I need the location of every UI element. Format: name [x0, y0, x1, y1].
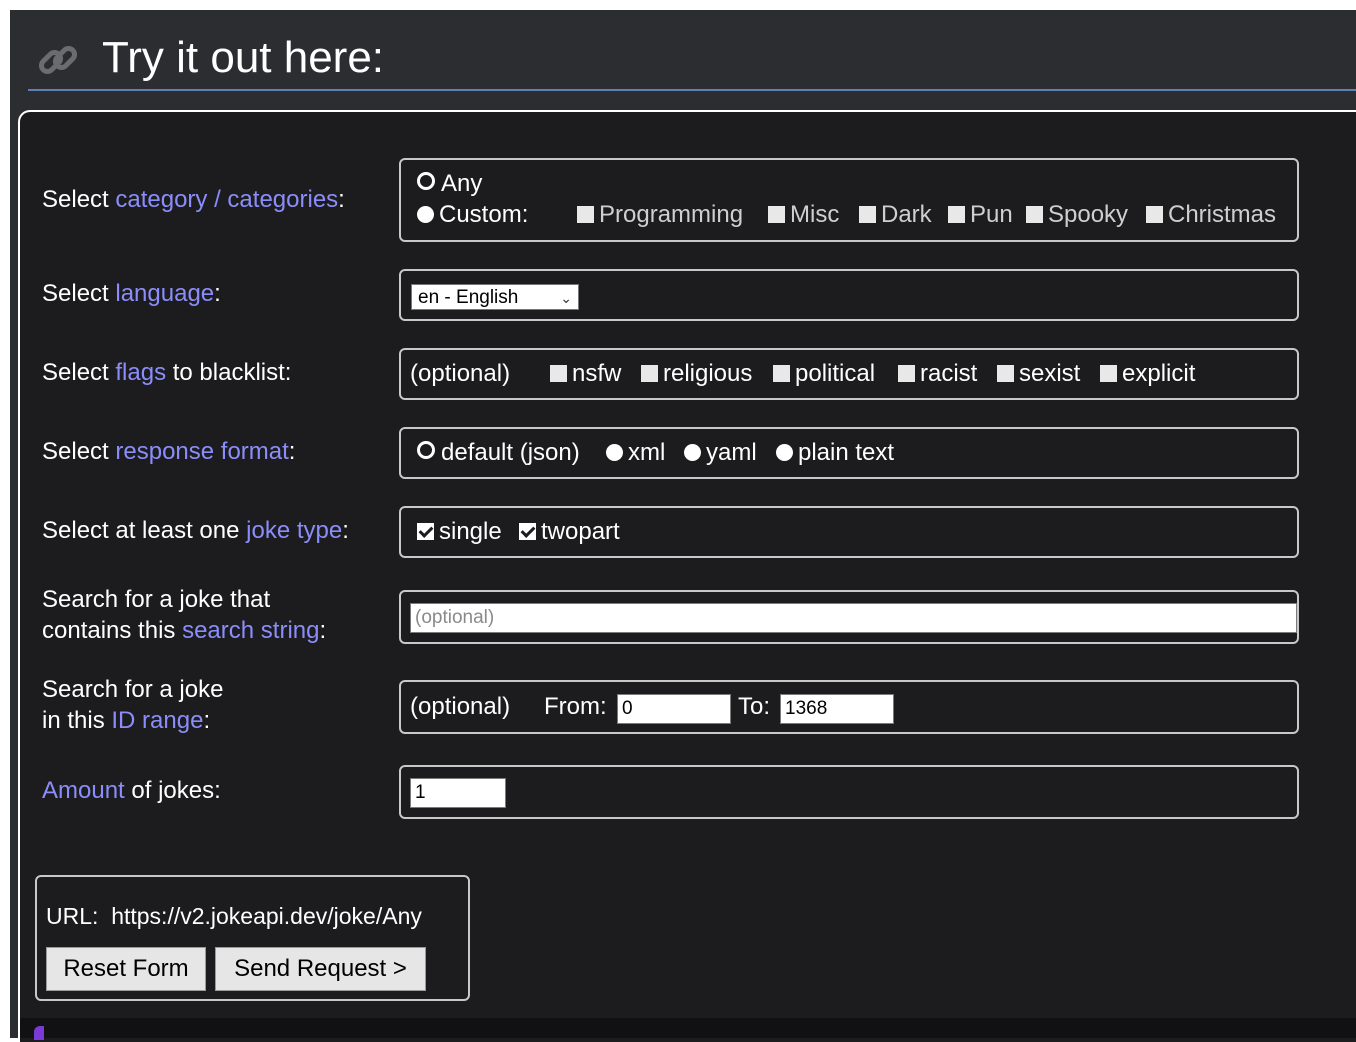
- format-radio-plain[interactable]: plain text: [776, 439, 894, 467]
- url-display: URL: https://v2.jokeapi.dev/joke/Any: [46, 903, 422, 929]
- checkbox-icon: [898, 365, 915, 382]
- idrange-from-input[interactable]: 0: [617, 694, 731, 724]
- format-radio-json[interactable]: default (json): [417, 439, 580, 467]
- joketype-checkbox-twopart[interactable]: twopart: [519, 518, 620, 546]
- section-header: Try it out here:: [28, 10, 1356, 91]
- idrange-label: Search for a joke in this ID range:: [42, 676, 224, 734]
- radio-selected-icon: [417, 172, 435, 190]
- flag-checkbox-nsfw[interactable]: nsfw: [550, 360, 621, 388]
- amount-label: Amount of jokes:: [42, 777, 221, 804]
- joketype-label: Select at least one joke type:: [42, 517, 349, 544]
- checkbox-icon: [768, 206, 785, 223]
- idrange-box: (optional) From: 0 To: 1368: [399, 680, 1299, 734]
- checkbox-icon: [1146, 206, 1163, 223]
- category-link[interactable]: category / categories: [115, 186, 338, 213]
- joketype-box: single twopart: [399, 506, 1299, 558]
- checkbox-icon: [1100, 365, 1117, 382]
- category-checkbox-dark[interactable]: Dark: [859, 201, 932, 229]
- checkbox-icon: [577, 206, 594, 223]
- checkbox-icon: [997, 365, 1014, 382]
- language-box: en - English ⌄: [399, 269, 1299, 321]
- form-panel: Select category / categories: Any Custom…: [18, 110, 1356, 1042]
- category-checkbox-pun[interactable]: Pun: [948, 201, 1013, 229]
- checkbox-checked-icon: [417, 523, 434, 540]
- idrange-to-label: To:: [738, 693, 771, 720]
- send-request-button[interactable]: Send Request >: [215, 947, 426, 991]
- checkbox-icon: [948, 206, 965, 223]
- format-link[interactable]: response format: [115, 438, 288, 465]
- flag-checkbox-sexist[interactable]: sexist: [997, 360, 1080, 388]
- radio-icon: [684, 444, 701, 461]
- search-input[interactable]: (optional): [410, 603, 1297, 633]
- idrange-optional-text: (optional): [410, 693, 511, 720]
- amount-input[interactable]: 1: [410, 778, 506, 808]
- radio-selected-icon: [417, 441, 435, 459]
- search-label: Search for a joke that contains this sea…: [42, 586, 327, 644]
- joketype-checkbox-single[interactable]: single: [417, 518, 502, 546]
- category-checkbox-spooky[interactable]: Spooky: [1026, 201, 1128, 229]
- reset-form-button[interactable]: Reset Form: [46, 947, 206, 991]
- search-link[interactable]: search string: [182, 617, 319, 644]
- radio-icon: [776, 444, 793, 461]
- url-box: URL: https://v2.jokeapi.dev/joke/Any Res…: [35, 875, 470, 1001]
- flags-link[interactable]: flags: [115, 359, 166, 386]
- language-select[interactable]: en - English ⌄: [411, 284, 579, 310]
- category-custom-radio[interactable]: Custom:: [417, 201, 528, 229]
- chevron-down-icon: ⌄: [560, 290, 572, 306]
- checkbox-icon: [859, 206, 876, 223]
- category-checkbox-christmas[interactable]: Christmas: [1146, 201, 1276, 229]
- category-box: Any Custom: Programming Misc Dark Pun Sp…: [399, 158, 1299, 242]
- radio-icon: [417, 206, 434, 223]
- flags-label: Select flags to blacklist:: [42, 359, 292, 386]
- format-radio-yaml[interactable]: yaml: [684, 439, 757, 467]
- category-any-radio[interactable]: Any: [417, 170, 482, 198]
- flags-optional-text: (optional): [410, 360, 511, 387]
- link-icon: [38, 45, 78, 75]
- amount-link[interactable]: Amount: [42, 777, 125, 804]
- category-label: Select category / categories:: [42, 186, 345, 213]
- flag-checkbox-racist[interactable]: racist: [898, 360, 977, 388]
- flag-checkbox-religious[interactable]: religious: [641, 360, 752, 388]
- amount-box: 1: [399, 765, 1299, 819]
- format-radio-xml[interactable]: xml: [606, 439, 665, 467]
- category-checkbox-misc[interactable]: Misc: [768, 201, 839, 229]
- page-title: Try it out here:: [102, 33, 385, 82]
- category-checkbox-programming[interactable]: Programming: [577, 201, 743, 229]
- flags-box: (optional) nsfw religious political raci…: [399, 348, 1299, 400]
- idrange-to-input[interactable]: 1368: [780, 694, 894, 724]
- format-box: default (json) xml yaml plain text: [399, 427, 1299, 479]
- checkbox-icon: [1026, 206, 1043, 223]
- format-label: Select response format:: [42, 438, 296, 465]
- flag-checkbox-political[interactable]: political: [773, 360, 875, 388]
- idrange-from-label: From:: [544, 693, 607, 720]
- language-link[interactable]: language: [115, 280, 214, 307]
- radio-icon: [606, 444, 623, 461]
- search-box: (optional): [399, 590, 1299, 644]
- checkbox-icon: [641, 365, 658, 382]
- language-label: Select language:: [42, 280, 221, 307]
- checkbox-checked-icon: [519, 523, 536, 540]
- idrange-link[interactable]: ID range: [111, 707, 203, 734]
- output-panel-edge: [20, 1018, 1356, 1038]
- checkbox-icon: [550, 365, 567, 382]
- url-value: https://v2.jokeapi.dev/joke/Any: [111, 903, 422, 929]
- flag-checkbox-explicit[interactable]: explicit: [1100, 360, 1195, 388]
- checkbox-icon: [773, 365, 790, 382]
- joketype-link[interactable]: joke type: [246, 517, 342, 544]
